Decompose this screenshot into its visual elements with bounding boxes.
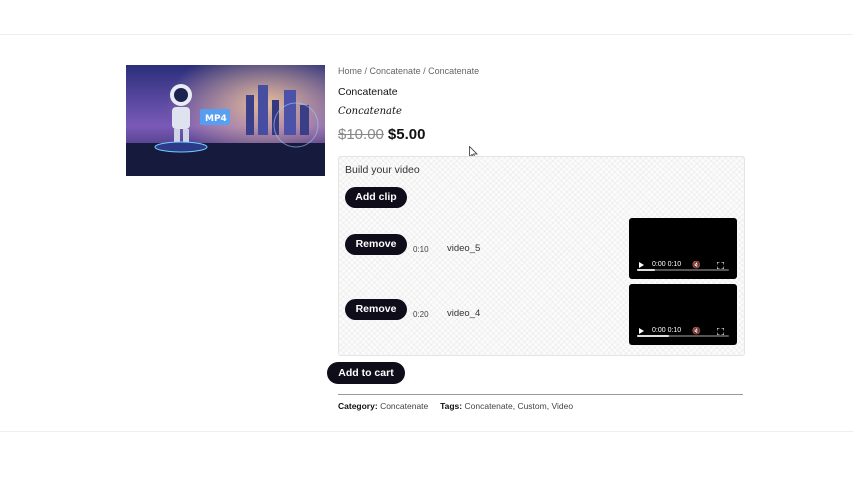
- add-to-cart-button[interactable]: Add to cart: [327, 362, 405, 384]
- remove-clip-button[interactable]: Remove: [345, 299, 407, 320]
- play-icon[interactable]: [639, 328, 644, 334]
- remove-clip-button[interactable]: Remove: [345, 234, 407, 255]
- price: $10.00 $5.00: [338, 126, 425, 143]
- fullscreen-icon[interactable]: [717, 328, 724, 335]
- builder-heading: Build your video: [345, 164, 420, 176]
- progress-fill: [637, 269, 656, 271]
- mute-icon[interactable]: 🔇: [692, 261, 701, 269]
- breadcrumb-separator: /: [362, 66, 370, 76]
- sale-price: $5.00: [387, 126, 426, 143]
- product-subtitle: Concatenate: [338, 106, 402, 117]
- clip-name: video_4: [447, 308, 481, 319]
- clip-name: video_5: [447, 243, 481, 254]
- product-title: Concatenate: [338, 86, 398, 98]
- mute-icon[interactable]: 🔇: [692, 327, 701, 335]
- clip-duration: 0:10: [413, 245, 429, 254]
- breadcrumb-current: Concatenate: [428, 66, 480, 76]
- progress-track[interactable]: [637, 335, 729, 337]
- fullscreen-icon[interactable]: [717, 262, 724, 269]
- breadcrumb-home[interactable]: Home: [338, 66, 362, 76]
- breadcrumb-category[interactable]: Concatenate: [370, 66, 421, 76]
- tag-link[interactable]: Concatenate: [465, 401, 513, 411]
- tags-label: Tags:: [440, 401, 463, 411]
- product-meta: Category: Concatenate Tags: Concatenate,…: [338, 401, 574, 411]
- old-price: $10.00: [338, 126, 384, 143]
- video-builder: Build your video Add clip Remove 0:10 vi…: [338, 156, 745, 356]
- play-icon[interactable]: [639, 262, 644, 268]
- video-player[interactable]: 0:00 0:10 🔇: [629, 218, 737, 279]
- tag-link[interactable]: Video: [551, 401, 573, 411]
- progress-track[interactable]: [637, 269, 729, 271]
- add-clip-button[interactable]: Add clip: [345, 187, 407, 208]
- divider: [338, 394, 743, 395]
- clip-duration: 0:20: [413, 310, 429, 319]
- breadcrumb: Home / Concatenate / Concatenate: [338, 66, 479, 76]
- product-image[interactable]: MP4: [126, 65, 325, 176]
- progress-fill: [637, 335, 670, 337]
- tag-link[interactable]: Custom: [517, 401, 546, 411]
- breadcrumb-separator: /: [420, 66, 429, 76]
- video-player[interactable]: 0:00 0:10 🔇: [629, 284, 737, 345]
- category-label: Category:: [338, 401, 378, 411]
- player-time: 0:00 0:10: [652, 327, 682, 334]
- category-link[interactable]: Concatenate: [380, 401, 428, 411]
- mp4-badge-text: MP4: [205, 114, 227, 124]
- player-time: 0:00 0:10: [652, 261, 682, 268]
